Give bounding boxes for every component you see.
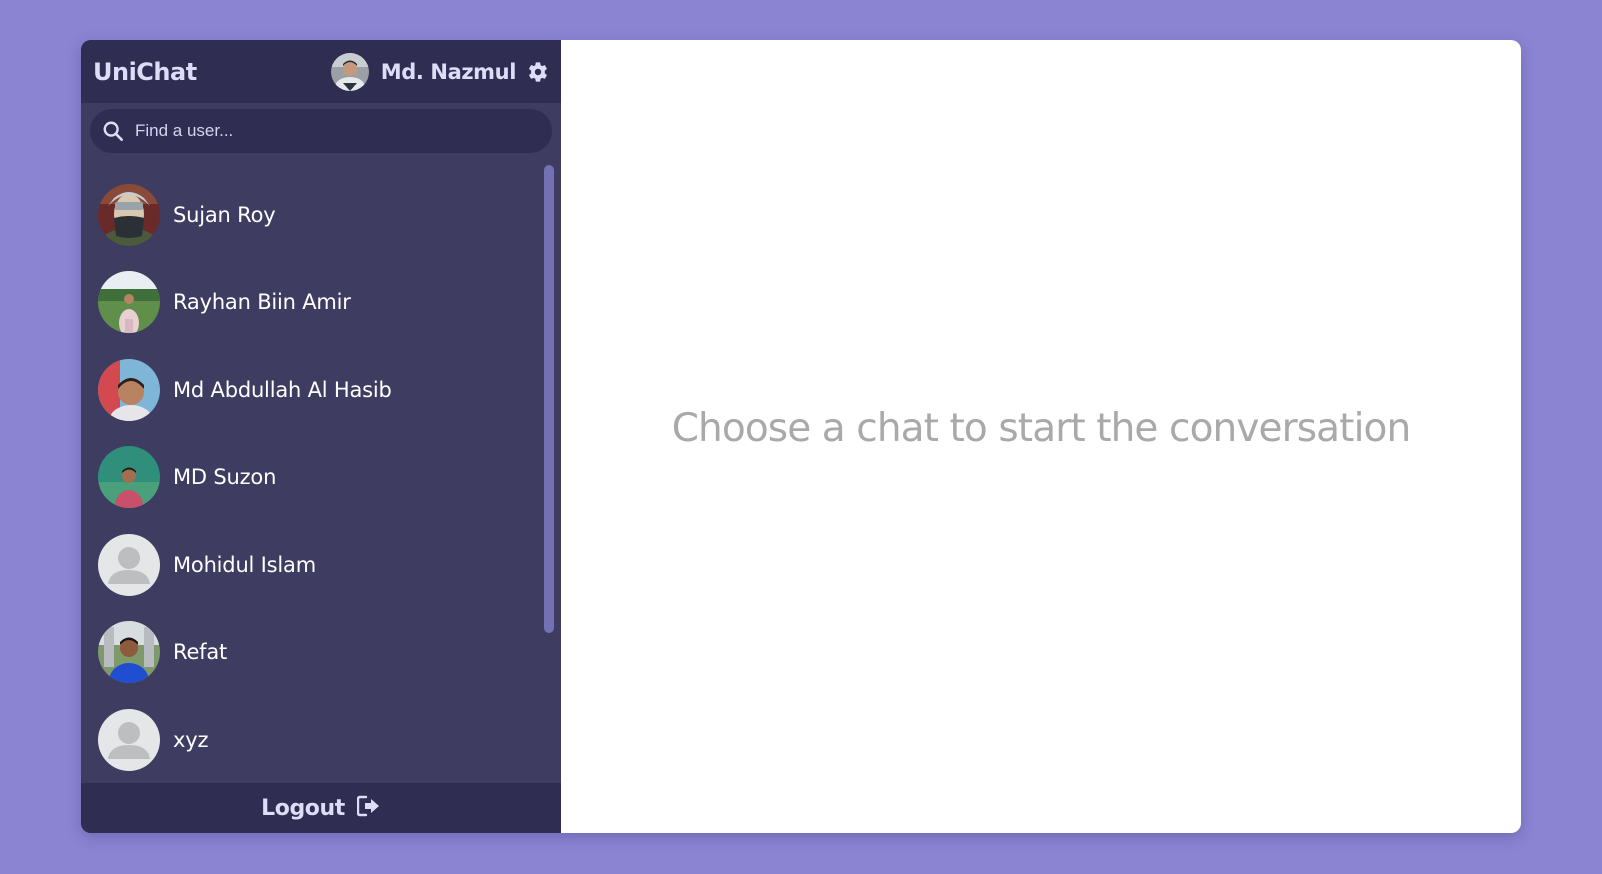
default-user-icon [98,533,160,596]
user-avatar [98,183,160,246]
user-avatar [98,358,160,421]
user-avatar [98,446,160,509]
gear-icon[interactable] [527,61,549,83]
user-list-item[interactable]: Sujan Roy [81,171,561,259]
user-list-item[interactable]: MD Suzon [81,434,561,522]
user-list-item[interactable]: Md Abdullah Al Hasib [81,346,561,434]
sidebar-header: UniChat Md. Nazmul [81,40,561,103]
current-user: Md. Nazmul [330,52,549,91]
current-user-avatar[interactable] [330,52,369,91]
user-name: Mohidul Islam [173,552,316,577]
empty-chat-message: Choose a chat to start the conversation [671,406,1411,451]
sign-out-icon [356,795,381,821]
user-list: Sujan Roy Rayhan Biin Amir Md Abdullah A… [81,159,561,783]
chat-panel: Choose a chat to start the conversation [561,40,1521,833]
default-user-icon [98,708,160,771]
user-name: xyz [173,727,209,752]
search-box[interactable] [90,109,552,153]
search-icon [102,120,124,142]
chat-app-window: UniChat Md. Nazmul Find a user... Sujan … [81,40,1521,833]
logout-label: Logout [261,795,345,821]
user-list-item[interactable]: Rayhan Biin Amir [81,259,561,347]
user-name: Rayhan Biin Amir [173,290,351,315]
search-bar [81,103,561,159]
user-list-item[interactable]: Mohidul Islam [81,521,561,609]
user-name: Refat [173,640,228,665]
user-avatar [98,621,160,684]
user-list-item[interactable]: xyz [81,696,561,783]
search-input[interactable] [133,120,517,142]
user-avatar [98,271,160,334]
scrollbar[interactable] [544,165,554,633]
app-logo: UniChat [93,57,197,86]
current-user-name: Md. Nazmul [380,59,517,84]
user-name: Sujan Roy [173,202,276,227]
user-name: Md Abdullah Al Hasib [173,377,392,402]
logout-button[interactable]: Logout [81,783,561,833]
sidebar: UniChat Md. Nazmul Find a user... Sujan … [81,40,561,833]
user-name: MD Suzon [173,465,277,490]
user-list-item[interactable]: Refat [81,609,561,697]
